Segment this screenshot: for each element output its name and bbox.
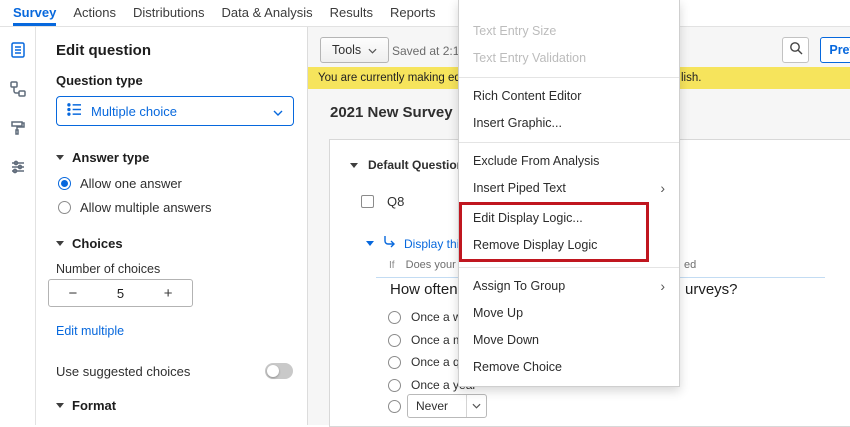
menu-item-insert-piped-text[interactable]: Insert Piped Text › [459,175,679,202]
question-text-tail: urveys? [685,281,738,298]
radio-icon [388,334,401,347]
question-type-value: Multiple choice [91,104,177,119]
use-suggested-choices-label: Use suggested choices [56,364,190,379]
radio-icon [388,400,401,413]
highlight-annotation-box: Edit Display Logic... Remove Display Log… [459,202,649,262]
tools-button[interactable]: Tools [320,37,389,63]
radio-selected-icon [58,177,71,190]
answer-type-option-one[interactable]: Allow one answer [58,176,182,191]
top-nav: Survey Actions Distributions Data & Anal… [0,0,850,27]
autosave-status: Saved at 2:12 [392,44,466,58]
question-type-select[interactable]: Multiple choice [56,96,294,126]
minus-icon[interactable]: − [49,285,97,302]
tab-survey[interactable]: Survey [13,0,56,26]
tab-actions[interactable]: Actions [73,0,116,26]
radio-icon [388,356,401,369]
question-id: Q8 [387,194,404,209]
question-checkbox[interactable] [361,195,374,208]
menu-item-remove-display-logic[interactable]: Remove Display Logic [462,232,646,259]
menu-item-move-down[interactable]: Move Down [459,327,679,354]
panel-title: Edit question [56,42,151,59]
menu-item-move-up[interactable]: Move Up [459,300,679,327]
banner-text-end: lish. [681,72,701,84]
format-label: Format [72,398,116,413]
menu-item-exclude-from-analysis[interactable]: Exclude From Analysis [459,148,679,175]
chevron-down-icon [273,104,283,119]
choices-count-stepper: − 5 + [48,279,193,307]
choices-count-value: 5 [97,286,145,301]
search-icon [789,41,803,60]
collapse-icon [366,241,374,246]
search-button[interactable] [782,37,809,63]
chevron-down-icon [368,43,377,57]
choice-label: Never [408,399,466,413]
format-section-header[interactable]: Format [56,398,116,413]
menu-divider [459,77,679,78]
tab-data-analysis[interactable]: Data & Analysis [222,0,313,26]
survey-flow-icon[interactable] [7,78,29,100]
tools-label: Tools [332,43,361,57]
choices-label: Choices [72,236,123,251]
display-logic-icon [382,235,396,252]
choices-section-header[interactable]: Choices [56,236,123,251]
question-type-label: Question type [56,73,143,88]
plus-icon[interactable]: + [144,285,192,302]
answer-type-option-multiple[interactable]: Allow multiple answers [58,200,212,215]
choice-row-selected[interactable]: Never [388,394,487,418]
icon-sidebar [0,27,36,425]
tab-results[interactable]: Results [330,0,373,26]
block-label: Default Question [368,158,464,172]
menu-spacer [459,0,679,18]
tab-distributions[interactable]: Distributions [133,0,205,26]
banner-text-start: You are currently making edits t [318,72,479,84]
menu-item-rich-content-editor[interactable]: Rich Content Editor [459,83,679,110]
menu-divider [459,142,679,143]
menu-item-edit-display-logic[interactable]: Edit Display Logic... [462,205,646,232]
condition-prefix: If [389,260,395,271]
tab-reports[interactable]: Reports [390,0,436,26]
multiple-choice-icon [67,103,82,119]
look-feel-icon[interactable] [7,117,29,139]
block-header[interactable]: Default Question [350,158,464,172]
answer-type-option-label: Allow one answer [80,176,182,191]
edit-question-panel: Edit question Question type Multiple cho… [36,27,308,425]
collapse-icon [56,241,64,246]
survey-title: 2021 New Survey [330,104,453,121]
survey-builder-icon[interactable] [7,39,29,61]
context-menu: Text Entry Size Text Entry Validation Ri… [458,0,680,387]
edit-multiple-link[interactable]: Edit multiple [56,324,124,338]
menu-item-label: Assign To Group [473,273,565,300]
menu-item-insert-graphic[interactable]: Insert Graphic... [459,110,679,137]
menu-item-remove-choice[interactable]: Remove Choice [459,354,679,381]
preview-button[interactable]: Preview [820,37,850,63]
collapse-icon [56,155,64,160]
radio-icon [388,311,401,324]
menu-item-text-entry-size: Text Entry Size [459,18,679,45]
menu-item-label: Insert Piped Text [473,175,566,202]
radio-icon [388,379,401,392]
answer-type-label: Answer type [72,150,149,165]
radio-icon [58,201,71,214]
survey-options-icon[interactable] [7,156,29,178]
menu-divider [459,267,679,268]
answer-type-section-header[interactable]: Answer type [56,150,149,165]
submenu-arrow-icon: › [660,175,665,202]
number-of-choices-label: Number of choices [56,262,160,276]
submenu-arrow-icon: › [660,273,665,300]
chevron-down-icon[interactable] [466,395,486,417]
choice-edit-select[interactable]: Never [407,394,487,418]
menu-item-text-entry-validation: Text Entry Validation [459,45,679,72]
condition-text-tail: ed [684,259,696,271]
answer-type-option-label: Allow multiple answers [80,200,212,215]
use-suggested-choices-toggle[interactable] [265,363,293,379]
question-header-row: Q8 [361,194,404,209]
menu-item-assign-to-group[interactable]: Assign To Group › [459,273,679,300]
collapse-icon [56,403,64,408]
collapse-icon [350,163,358,168]
